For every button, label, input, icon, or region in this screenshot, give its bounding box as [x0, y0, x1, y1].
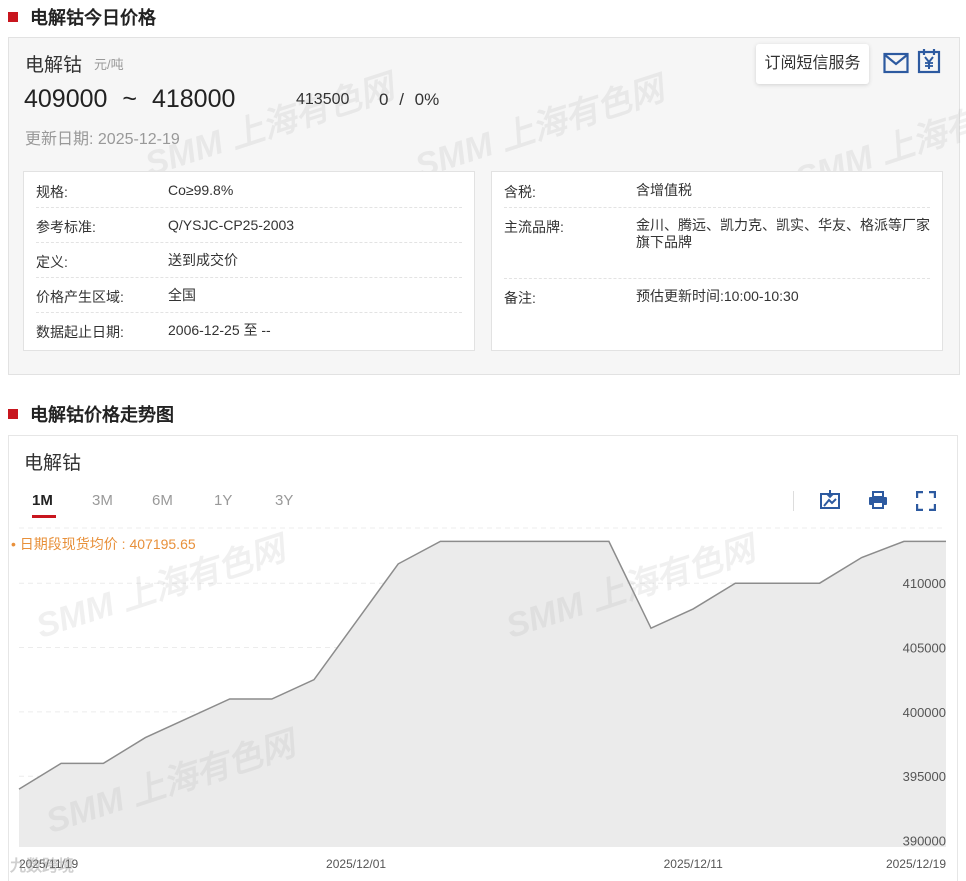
update-value: 2025-12-19 — [97, 131, 180, 148]
section-title-text: 电解钴价格走势图 — [30, 405, 174, 425]
details-card-right: 含税: 含增值税 主流品牌: 金川、腾远、凯力克、凯实、华友、格派等厂家旗下品牌… — [491, 171, 943, 351]
detail-row: 含税: 含增值税 — [504, 172, 930, 208]
section-title-today-price: 电解钴今日价格 — [8, 4, 156, 30]
download-image-icon[interactable] — [820, 490, 842, 512]
detail-value: 金川、腾远、凯力克、凯实、华友、格派等厂家旗下品牌 — [636, 217, 930, 250]
section-marker — [8, 409, 18, 419]
corner-watermark: 九数跨境 — [10, 852, 74, 876]
detail-value: Q/YSJC-CP25-2003 — [168, 217, 295, 233]
detail-key: 数据起止日期: — [36, 324, 124, 340]
average-price-note: • 日期段现货均价 : 407195.65 — [11, 536, 196, 552]
detail-key: 备注: — [504, 290, 536, 306]
tab-1y[interactable]: 1Y — [214, 492, 232, 509]
detail-value: Co≥99.8% — [168, 182, 234, 198]
tab-3m[interactable]: 3M — [92, 492, 113, 509]
change-percent: 0% — [414, 90, 440, 109]
tab-6m[interactable]: 6M — [152, 492, 173, 509]
detail-key: 主流品牌: — [504, 219, 564, 235]
detail-row: 备注: 预估更新时间:10:00-10:30 — [504, 279, 930, 313]
detail-value: 预估更新时间:10:00-10:30 — [636, 288, 799, 304]
detail-value: 含增值税 — [636, 182, 692, 198]
update-date: 更新日期: 2025-12-19 — [25, 125, 180, 149]
update-label: 更新日期: — [25, 131, 94, 148]
detail-value: 全国 — [168, 287, 196, 303]
chart-card-title: 电解钴 — [24, 453, 82, 474]
price-change: 0 / 0% — [379, 90, 439, 110]
price-panel: SMM 上海有色网 SMM 上海有色网 SMM 上海有色网 电解钴 元/吨 40… — [8, 37, 966, 375]
detail-key: 参考标准: — [36, 219, 96, 235]
chart-card — [8, 435, 958, 881]
print-icon[interactable] — [868, 490, 890, 512]
calendar-yen-icon[interactable] — [917, 48, 941, 74]
detail-row: 数据起止日期: 2006-12-25 至 -- — [36, 313, 462, 347]
section-marker — [8, 12, 18, 22]
tab-3y[interactable]: 3Y — [275, 492, 293, 509]
price-range: 409000 ~ 418000 — [24, 85, 235, 114]
detail-value: 2006-12-25 至 -- — [168, 322, 271, 338]
detail-key: 定义: — [36, 254, 68, 270]
change-slash: / — [399, 90, 404, 109]
price-average: 413500 — [296, 91, 350, 108]
watermark: SMM 上海有色网 — [410, 69, 669, 186]
product-unit: 元/吨 — [94, 57, 124, 72]
tab-1m[interactable]: 1M — [32, 492, 53, 509]
fullscreen-icon[interactable] — [915, 490, 938, 513]
detail-row: 规格: Co≥99.8% — [36, 172, 462, 208]
price-low: 409000 — [24, 85, 108, 113]
detail-key: 价格产生区域: — [36, 289, 124, 305]
mail-icon[interactable] — [883, 52, 909, 74]
details-card-left: 规格: Co≥99.8% 参考标准: Q/YSJC-CP25-2003 定义: … — [23, 171, 475, 351]
tab-active-underline — [32, 515, 56, 518]
detail-row: 定义: 送到成交价 — [36, 243, 462, 278]
detail-key: 含税: — [504, 184, 536, 200]
subscribe-sms-label: 订阅短信服务 — [764, 55, 861, 72]
detail-key: 规格: — [36, 184, 68, 200]
watermark: SMM 上海有色网 — [140, 67, 399, 184]
toolbar-divider — [793, 491, 794, 511]
corner-watermark-text: 九数跨境 — [10, 858, 75, 875]
price-high: 418000 — [151, 85, 236, 113]
detail-row: 价格产生区域: 全国 — [36, 278, 462, 313]
price-tilde: ~ — [122, 85, 137, 113]
detail-value: 送到成交价 — [168, 252, 238, 268]
detail-row: 主流品牌: 金川、腾远、凯力克、凯实、华友、格派等厂家旗下品牌 — [504, 208, 930, 279]
section-title-price-trend: 电解钴价格走势图 — [8, 401, 174, 427]
product-name: 电解钴 — [25, 55, 83, 76]
detail-row: 参考标准: Q/YSJC-CP25-2003 — [36, 208, 462, 243]
section-title-text: 电解钴今日价格 — [30, 8, 156, 28]
subscribe-sms-button[interactable]: 订阅短信服务 — [756, 44, 869, 84]
change-value: 0 — [379, 90, 389, 109]
